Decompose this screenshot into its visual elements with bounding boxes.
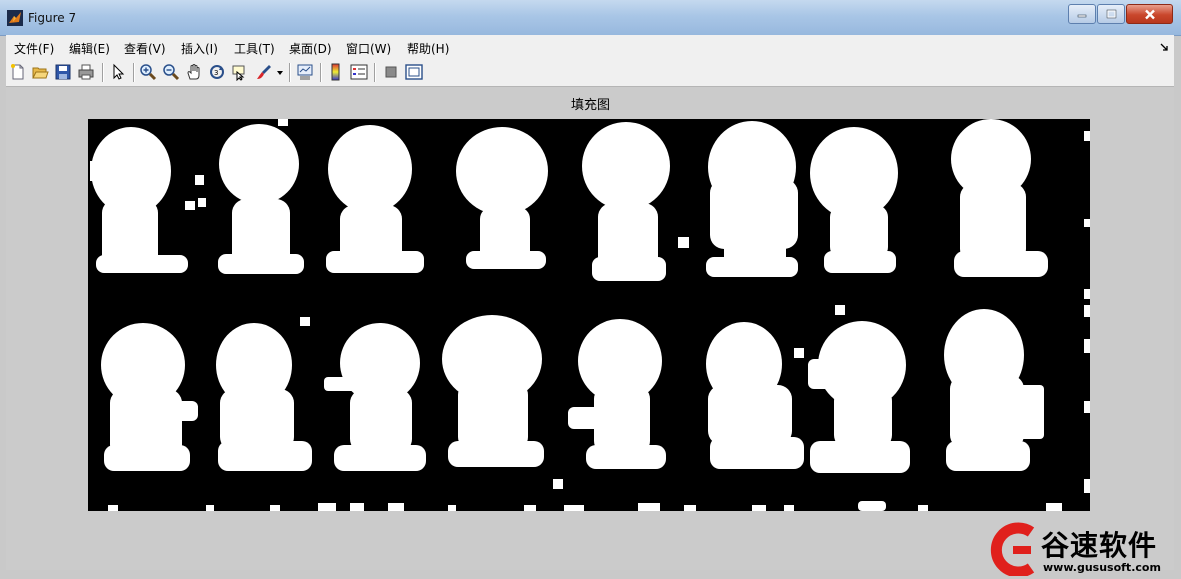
watermark-logo: 谷速软件 www.gususoft.com bbox=[985, 522, 1181, 578]
link-plot-icon[interactable] bbox=[296, 63, 314, 81]
menu-help[interactable]: 帮助(H) bbox=[407, 40, 449, 57]
save-icon[interactable] bbox=[54, 63, 72, 81]
toolbar-separator bbox=[320, 63, 322, 82]
window-title: Figure 7 bbox=[28, 11, 77, 25]
zoom-out-icon[interactable] bbox=[162, 63, 180, 81]
matlab-icon bbox=[7, 10, 23, 26]
axes-title: 填充图 bbox=[570, 98, 610, 113]
watermark-url: www.gususoft.com bbox=[1043, 561, 1161, 574]
binary-image-axes[interactable] bbox=[88, 119, 1090, 511]
menu-desktop[interactable]: 桌面(D) bbox=[289, 40, 332, 57]
watermark-brand: 谷速软件 bbox=[1041, 529, 1158, 562]
new-file-icon[interactable] bbox=[9, 63, 27, 81]
open-folder-icon[interactable] bbox=[31, 63, 49, 81]
menu-window[interactable]: 窗口(W) bbox=[346, 40, 391, 57]
title-bar[interactable]: Figure 7 bbox=[0, 0, 1181, 36]
colorbar-icon[interactable] bbox=[327, 63, 345, 81]
menu-tools[interactable]: 工具(T) bbox=[234, 40, 275, 57]
rotate-3d-icon[interactable]: 3 bbox=[208, 63, 226, 81]
zoom-in-icon[interactable] bbox=[139, 63, 157, 81]
menu-bar: 文件(F) 编辑(E) 查看(V) 插入(I) 工具(T) 桌面(D) 窗口(W… bbox=[6, 35, 1174, 59]
dock-arrow-icon[interactable] bbox=[1160, 43, 1168, 51]
brush-dropdown-icon[interactable] bbox=[277, 71, 283, 76]
brush-icon[interactable] bbox=[255, 63, 273, 81]
print-icon[interactable] bbox=[77, 63, 95, 81]
show-plot-tools-icon[interactable] bbox=[405, 63, 423, 81]
toolbar-separator bbox=[133, 63, 135, 82]
toolbar-separator bbox=[102, 63, 104, 82]
menu-view[interactable]: 查看(V) bbox=[124, 40, 166, 57]
toolbar: 3 bbox=[6, 59, 1174, 87]
close-icon bbox=[1144, 9, 1155, 19]
minimize-icon bbox=[1077, 14, 1087, 18]
data-cursor-icon[interactable] bbox=[231, 63, 249, 81]
maximize-icon bbox=[1106, 9, 1116, 19]
close-button[interactable] bbox=[1126, 4, 1173, 24]
minimize-button[interactable] bbox=[1068, 4, 1096, 24]
toolbar-separator bbox=[289, 63, 291, 82]
pan-hand-icon[interactable] bbox=[185, 63, 203, 81]
pointer-icon[interactable] bbox=[109, 63, 127, 81]
menu-file[interactable]: 文件(F) bbox=[14, 40, 54, 57]
menu-insert[interactable]: 插入(I) bbox=[181, 40, 218, 57]
toolbar-separator bbox=[374, 63, 376, 82]
menu-edit[interactable]: 编辑(E) bbox=[69, 40, 110, 57]
hide-plot-tools-icon[interactable] bbox=[382, 63, 400, 81]
maximize-button[interactable] bbox=[1097, 4, 1125, 24]
svg-text:3: 3 bbox=[214, 69, 218, 77]
legend-icon[interactable] bbox=[350, 63, 368, 81]
